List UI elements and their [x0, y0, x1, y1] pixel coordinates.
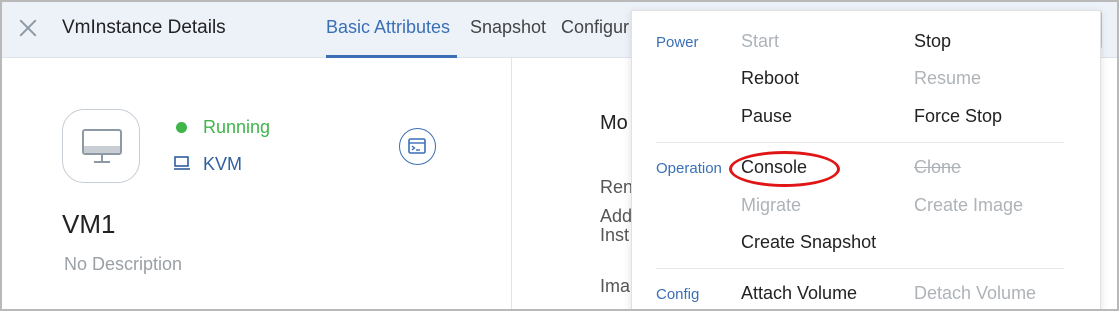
menu-item-start: Start: [741, 31, 780, 51]
vm-name: VM1: [62, 209, 116, 239]
menu-item-migrate: Migrate: [741, 195, 802, 215]
menu-separator: [656, 268, 1064, 269]
tab-configuration[interactable]: Configur: [561, 17, 629, 38]
menu-item-console[interactable]: Console: [741, 157, 807, 178]
menu-item-create-image: Create Image: [914, 195, 1024, 215]
menu-group-power: Power: [656, 34, 699, 51]
vm-monitor-icon: [62, 109, 140, 183]
right-panel-row-1: Ren: [600, 177, 634, 197]
right-panel-row-2b: Inst: [600, 225, 630, 245]
menu-item-resume: Resume: [914, 68, 982, 88]
active-tab-indicator: [326, 55, 457, 58]
menu-item-force-stop[interactable]: Force Stop: [914, 106, 1002, 127]
vm-status: Running: [203, 117, 271, 137]
menu-item-detach-volume: Detach Volume: [914, 283, 1037, 303]
menu-group-config: Config: [656, 286, 700, 303]
vm-description: No Description: [64, 254, 183, 274]
menu-item-attach-volume[interactable]: Attach Volume: [741, 283, 857, 304]
open-console-button[interactable]: [399, 128, 436, 165]
menu-item-reboot[interactable]: Reboot: [741, 68, 799, 89]
vm-hypervisor: KVM: [203, 154, 243, 174]
tab-snapshot[interactable]: Snapshot: [470, 17, 546, 38]
menu-item-pause[interactable]: Pause: [741, 106, 792, 127]
menu-item-create-snapshot[interactable]: Create Snapshot: [741, 232, 876, 253]
vm-details-window: VmInstance Details Basic Attributes Snap…: [0, 0, 1119, 311]
close-icon[interactable]: [16, 16, 40, 40]
monitor-icon: [174, 156, 190, 170]
menu-item-clone: Clone: [914, 157, 962, 177]
right-panel-heading: Mo: [600, 112, 628, 134]
menu-item-stop[interactable]: Stop: [914, 31, 951, 52]
panel-divider: [511, 58, 512, 309]
right-panel-row-3: Ima: [600, 276, 631, 296]
menu-group-operation: Operation: [656, 160, 722, 177]
running-status-icon: [176, 122, 187, 133]
actions-menu: Power Start Stop Reboot Resume Pause For…: [631, 10, 1101, 309]
page-title: VmInstance Details: [62, 17, 226, 38]
menu-separator: [656, 142, 1064, 143]
tab-basic-attributes[interactable]: Basic Attributes: [326, 17, 450, 38]
right-panel-row-2a: Add: [600, 206, 633, 226]
